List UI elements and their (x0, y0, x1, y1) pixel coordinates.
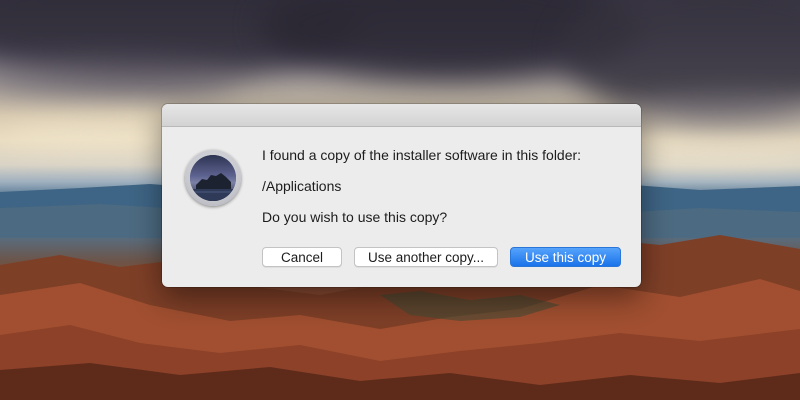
cancel-button[interactable]: Cancel (262, 247, 342, 267)
question-text: Do you wish to use this copy? (262, 209, 448, 225)
folder-path-text: /Applications (262, 178, 342, 194)
message-text: I found a copy of the installer software… (262, 147, 582, 163)
macos-catalina-installer-icon (185, 150, 241, 206)
installer-alert-dialog: I found a copy of the installer software… (162, 104, 641, 287)
dialog-title-bar[interactable] (162, 104, 641, 127)
use-another-copy-button[interactable]: Use another copy... (354, 247, 498, 267)
use-this-copy-button[interactable]: Use this copy (510, 247, 621, 267)
